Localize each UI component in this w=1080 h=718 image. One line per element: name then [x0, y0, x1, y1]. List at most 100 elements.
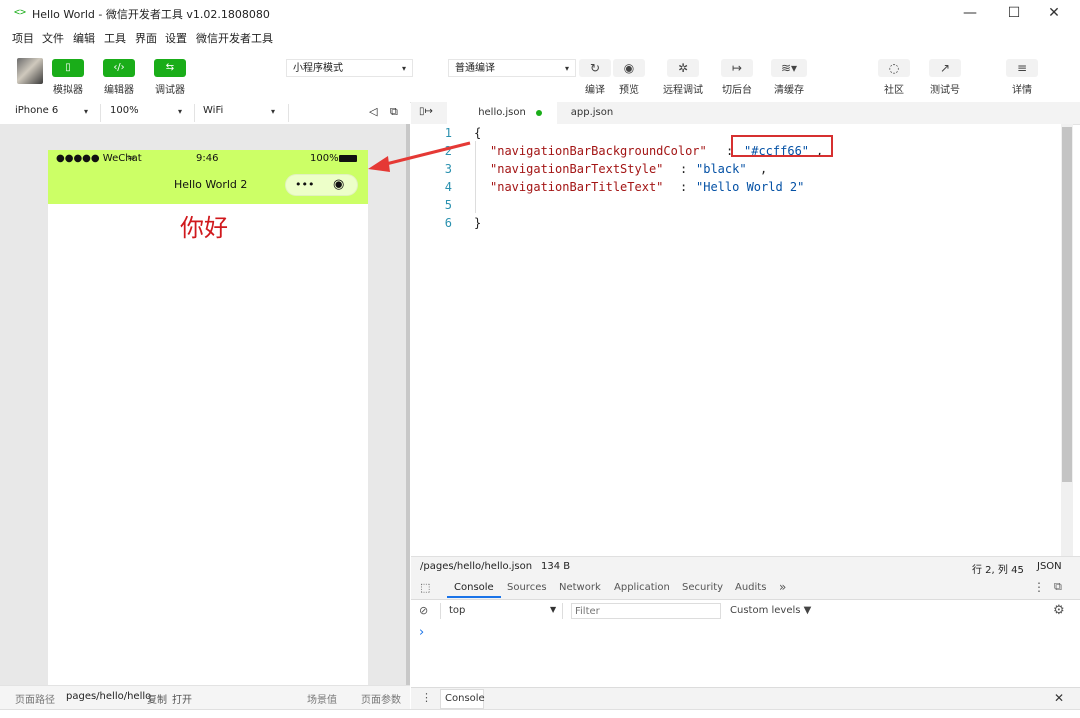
simulator-scrollbar[interactable]	[406, 124, 410, 685]
devtools-tab-audits[interactable]: Audits	[735, 582, 766, 593]
clear-cache-button[interactable]: ≋▾	[771, 59, 807, 77]
code-key: "navigationBarTitleText"	[490, 180, 664, 194]
drawer-tab-console[interactable]: Console	[440, 689, 485, 709]
debugger-button[interactable]: ⇆	[154, 59, 186, 77]
sound-icon[interactable]: ◁	[369, 105, 377, 118]
unsaved-dot-icon	[536, 110, 542, 116]
devtools-tab-application[interactable]: Application	[614, 582, 670, 593]
console-filter-bar: ⊘ top ▼ Custom levels ▼ ⚙	[411, 600, 1080, 623]
minimize-button[interactable]: —	[948, 2, 992, 24]
page-params-button[interactable]: 页面参数	[361, 691, 401, 706]
devtools-tab-network[interactable]: Network	[559, 582, 601, 593]
compile-button[interactable]: ↻	[579, 59, 611, 77]
remote-debug-label: 远程调试	[663, 85, 703, 96]
tab-label: app.json	[570, 107, 614, 118]
external-link-icon: ↗	[939, 61, 951, 75]
menu-icon: ≡	[1016, 61, 1028, 75]
close-drawer-icon[interactable]: ✕	[1054, 691, 1064, 705]
editor-scrollbar-thumb[interactable]	[1062, 127, 1072, 482]
caret-down-icon: ▾	[564, 64, 569, 73]
code-comma: ,	[760, 162, 768, 176]
close-miniprogram-icon[interactable]: ◉	[333, 177, 344, 192]
devtools-drawer: ⋮ Console ✕	[411, 687, 1080, 710]
code-close-brace: }	[474, 216, 482, 230]
caret-down-icon: ▾	[401, 64, 406, 73]
console-prompt-icon: ›	[419, 625, 425, 640]
line-number: 5	[444, 198, 452, 212]
scene-value-button[interactable]: 场景值	[307, 691, 337, 706]
preview-button[interactable]: ◉	[613, 59, 645, 77]
file-size: 134 B	[541, 561, 571, 572]
devtools-tab-sources[interactable]: Sources	[507, 582, 547, 593]
open-path-link[interactable]: 打开	[172, 691, 192, 706]
zoom-select[interactable]: 100%	[110, 105, 139, 116]
caret-down-icon: ▼	[550, 605, 557, 614]
tab-hello-json[interactable]: hello.json	[447, 102, 557, 124]
divider	[288, 104, 289, 122]
dock-side-icon[interactable]: ⧉	[1054, 580, 1062, 594]
wifi-icon: ≈	[127, 153, 136, 164]
code-value: "black"	[696, 162, 747, 176]
clear-cache-label: 清缓存	[774, 85, 804, 96]
menu-settings[interactable]: 设置	[165, 30, 187, 46]
menu-edit[interactable]: 编辑	[73, 30, 95, 46]
menu-interface[interactable]: 界面	[135, 30, 157, 46]
bug-icon: ✲	[677, 61, 689, 75]
inspect-element-icon[interactable]: ⬚	[420, 581, 430, 594]
cursor-position[interactable]: 行 2, 列 45	[972, 561, 1024, 576]
mode-select[interactable]: 小程序模式 ▾	[286, 59, 413, 77]
drawer-menu-icon[interactable]: ⋮	[421, 691, 432, 704]
copy-path-link[interactable]: 复制	[147, 691, 167, 706]
editor-button[interactable]: ‹/›	[103, 59, 135, 77]
console-output[interactable]: ›	[411, 622, 1080, 686]
menu-tools[interactable]: 工具	[104, 30, 126, 46]
device-model-select[interactable]: iPhone 6	[15, 105, 58, 116]
file-path: /pages/hello/hello.json	[420, 561, 533, 572]
maximize-button[interactable]: ☐	[992, 2, 1036, 24]
test-account-button[interactable]: ↗	[929, 59, 961, 77]
avatar[interactable]	[17, 58, 43, 84]
editor-label: 编辑器	[104, 85, 134, 96]
editor-tab-bar: ▯↦ hello.json app.json	[411, 102, 1080, 125]
context-select[interactable]: top	[449, 605, 465, 616]
chevron-down-icon: ▾	[178, 107, 183, 116]
settings-gear-icon[interactable]: ⚙	[1053, 603, 1065, 618]
menu-project[interactable]: 项目	[12, 30, 34, 46]
compile-select[interactable]: 普通编译 ▾	[448, 59, 576, 77]
more-tabs-icon[interactable]: »	[779, 580, 786, 594]
tab-app-json[interactable]: app.json	[557, 102, 627, 124]
code-colon: :	[680, 180, 688, 194]
devtools-tab-console[interactable]: Console	[454, 582, 494, 593]
status-time: 9:46	[196, 153, 219, 164]
log-levels-select[interactable]: Custom levels ▼	[730, 605, 811, 616]
more-dots-icon[interactable]: •••	[295, 178, 314, 191]
debug-icon: ⇆	[165, 62, 175, 73]
simulator-label: 模拟器	[53, 85, 83, 96]
refresh-icon: ↻	[589, 61, 601, 75]
community-button[interactable]: ◌	[878, 59, 910, 77]
code-icon: ‹/›	[113, 62, 125, 73]
details-button[interactable]: ≡	[1006, 59, 1038, 77]
preview-label: 预览	[619, 85, 639, 96]
menu-wechat-devtools[interactable]: 微信开发者工具	[196, 30, 273, 46]
menu-file[interactable]: 文件	[42, 30, 64, 46]
network-select[interactable]: WiFi	[203, 105, 223, 116]
toggle-tree-icon[interactable]: ▯↦	[419, 106, 433, 117]
active-tab-indicator	[447, 596, 501, 598]
close-window-button[interactable]: ✕	[1032, 2, 1076, 24]
switch-background-icon: ↦	[731, 61, 743, 75]
popout-icon[interactable]: ⧉	[390, 105, 398, 119]
console-filter-input[interactable]	[571, 603, 721, 619]
remote-debug-button[interactable]: ✲	[667, 59, 699, 77]
devtools-tab-security[interactable]: Security	[682, 582, 723, 593]
background-button[interactable]: ↦	[721, 59, 753, 77]
simulator-button[interactable]: ▯	[52, 59, 84, 77]
chevron-down-icon: ▾	[271, 107, 276, 116]
clear-console-icon[interactable]: ⊘	[419, 604, 428, 617]
line-number: 6	[444, 216, 452, 230]
kebab-menu-icon[interactable]: ⋮	[1033, 580, 1045, 594]
app-logo-icon: <>	[14, 7, 27, 18]
chat-icon: ◌	[888, 61, 900, 75]
toolbar: ▯ 模拟器 ‹/› 编辑器 ⇆ 调试器 小程序模式 ▾ 普通编译 ▾ ↻ 编译 …	[0, 47, 1080, 103]
language-mode[interactable]: JSON	[1037, 561, 1062, 572]
